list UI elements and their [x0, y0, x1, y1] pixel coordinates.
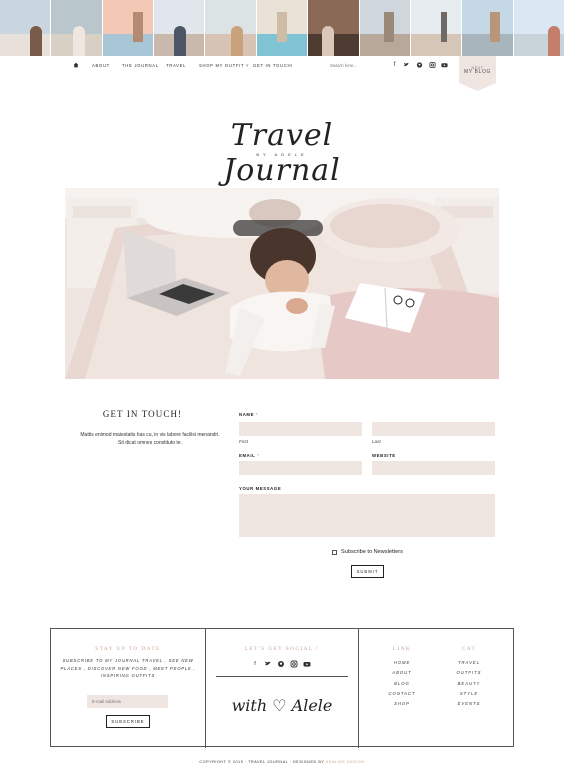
hero-image	[65, 188, 499, 379]
pinterest-icon[interactable]	[416, 61, 423, 69]
email-label-text: EMAIL	[239, 453, 256, 458]
designer-link[interactable]: ADALINE DESIGN	[326, 760, 365, 764]
category-list: TRAVEL OUTFITS BEAUTY STYLE EVENTS	[439, 660, 499, 711]
nav-item-shop[interactable]: SHOP MY OUTFIT ˅	[199, 63, 249, 68]
stay-description: SUBSCRIBE TO MY JOURNAL TRAVEL , SEE NEW…	[60, 658, 196, 678]
photo-strip	[0, 0, 564, 56]
instagram-icon[interactable]	[429, 61, 436, 69]
photo-tile[interactable]	[51, 0, 103, 56]
photo-tile[interactable]	[0, 0, 52, 56]
required-mark: *	[257, 453, 260, 458]
twitter-icon[interactable]	[264, 660, 272, 668]
footer-cat-style[interactable]: STYLE	[439, 691, 499, 701]
first-label: First	[239, 439, 248, 444]
newsletter-email-input[interactable]	[87, 695, 168, 708]
footer-cat-travel[interactable]: TRAVEL	[439, 660, 499, 670]
footer-link-home[interactable]: HOME	[372, 660, 432, 670]
facebook-icon[interactable]: f	[391, 61, 398, 69]
footer-cat-beauty[interactable]: BEAUTY	[439, 681, 499, 691]
search-input[interactable]	[330, 61, 388, 70]
youtube-icon[interactable]	[441, 61, 448, 69]
photo-tile[interactable]	[410, 0, 463, 56]
nav-item-shop-label: SHOP MY OUTFIT	[199, 63, 245, 68]
copyright: COPYRIGHT © 2019 · TRAVEL JOURNAL · DESI…	[0, 760, 564, 764]
stay-title: STAY UP TO DATE	[95, 646, 161, 652]
chevron-down-icon: ˅	[246, 63, 250, 68]
nav-item-about[interactable]: ABOUT	[92, 63, 110, 68]
contact-title: GET IN TOUCH!	[102, 409, 183, 419]
youtube-icon[interactable]	[303, 660, 311, 668]
cat-title: CAT	[461, 646, 477, 652]
website-label: WEBSITE	[372, 453, 396, 458]
nav-item-travel[interactable]: TRAVEL	[166, 63, 186, 68]
message-label: YOUR MESSAGE	[239, 486, 282, 491]
social-title: LET'S GET SOCIAL !	[244, 646, 320, 652]
submit-button[interactable]: SUBMIT	[351, 565, 384, 578]
photo-tile[interactable]	[462, 0, 514, 56]
footer-cat-events[interactable]: EVENTS	[439, 701, 499, 711]
pinterest-icon[interactable]	[277, 660, 285, 668]
contact-description: Mattis enimod maiestatis has cu, in vis …	[80, 432, 220, 446]
email-label: EMAIL *	[239, 453, 259, 458]
photo-tile[interactable]	[102, 0, 155, 56]
newsletter-checkbox[interactable]	[332, 549, 337, 555]
signature: with ♡ Alele	[231, 696, 333, 715]
nav-item-contact[interactable]: GET IN TOUCH!	[253, 63, 293, 68]
subscribe-button[interactable]: SUBSCRIBE	[106, 715, 150, 728]
home-icon[interactable]	[73, 62, 79, 68]
footer-cat-outfits[interactable]: OUTFITS	[439, 670, 499, 680]
required-mark: *	[255, 412, 259, 417]
footer-divider	[205, 629, 206, 748]
badge-label: MY BLOG	[464, 69, 491, 75]
first-name-field[interactable]	[239, 422, 362, 436]
logo-byline: BY ADELE	[256, 152, 308, 157]
last-label: Last	[372, 439, 381, 444]
photo-tile[interactable]	[256, 0, 309, 56]
name-label: NAME *	[239, 412, 258, 417]
link-list: HOME ABOUT BLOG CONTACT SHOP	[372, 660, 432, 711]
photo-tile[interactable]	[205, 0, 257, 56]
twitter-icon[interactable]	[403, 61, 410, 69]
photo-tile[interactable]	[513, 0, 564, 56]
message-field[interactable]	[239, 494, 495, 537]
link-title: LINK	[392, 646, 412, 652]
instagram-icon[interactable]	[290, 660, 298, 668]
footer-link-shop[interactable]: SHOP	[372, 701, 432, 711]
newsletter-option: Subscribe to Newsletters	[332, 548, 403, 556]
website-field[interactable]	[372, 461, 495, 475]
photo-tile[interactable]	[308, 0, 360, 56]
newsletter-label[interactable]: Subscribe to Newsletters	[341, 549, 403, 555]
footer-divider	[358, 629, 359, 748]
footer-link-about[interactable]: ABOUT	[372, 670, 432, 680]
footer-link-contact[interactable]: CONTACT	[372, 691, 432, 701]
photo-tile[interactable]	[154, 0, 206, 56]
footer-link-blog[interactable]: BLOG	[372, 681, 432, 691]
photo-tile[interactable]	[359, 0, 411, 56]
facebook-icon[interactable]: f	[251, 660, 259, 668]
nav-item-journal[interactable]: THE JOURNAL	[122, 63, 159, 68]
name-label-text: NAME	[239, 412, 255, 417]
footer-rule	[216, 676, 348, 677]
copyright-text: COPYRIGHT © 2019 · TRAVEL JOURNAL · DESI…	[199, 760, 325, 764]
email-field[interactable]	[239, 461, 362, 475]
last-name-field[interactable]	[372, 422, 495, 436]
